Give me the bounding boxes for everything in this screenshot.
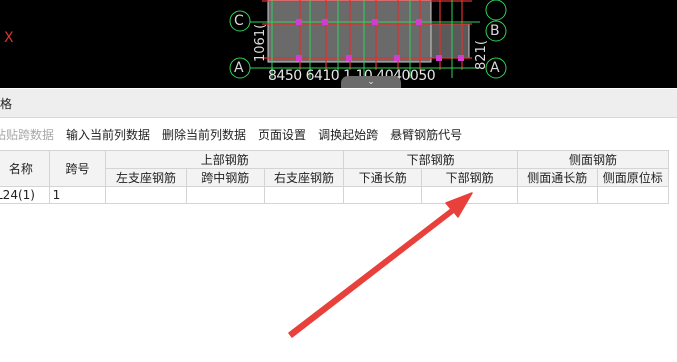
header-left-support: 左支座钢筋 (105, 168, 187, 187)
vertical-dimension-left: 1061( (253, 23, 268, 62)
cell-right-support[interactable] (263, 186, 345, 204)
panel-title: 格 (0, 89, 677, 118)
header-side-original: 侧面原位标 (596, 168, 670, 187)
cell-side-through[interactable] (517, 186, 598, 204)
cell-left-support[interactable] (105, 186, 187, 204)
cantilever-rebar-code-button[interactable]: 悬臂钢筋代号 (390, 126, 462, 143)
header-mid-span: 跨中钢筋 (185, 168, 265, 187)
axis-label-b-right: B (490, 23, 500, 39)
cad-x-mark: X (4, 30, 14, 46)
cad-viewport[interactable]: X C A B A 1061( 821( 8450 6410 1 10 4040… (0, 0, 677, 88)
header-side-through: 侧面通长筋 (517, 168, 598, 187)
header-side-rebar: 侧面钢筋 (517, 150, 669, 169)
cell-bottom-through[interactable] (343, 186, 423, 204)
header-bottom-rebar-sub: 下部钢筋 (421, 168, 519, 187)
paste-span-data-button[interactable]: 粘贴跨数据 (0, 126, 54, 143)
axis-label-a-right: A (490, 60, 500, 76)
cell-name[interactable]: L24(1) (0, 186, 50, 204)
delete-current-column-button[interactable]: 删除当前列数据 (162, 126, 246, 143)
rebar-grid: 名称 跨号 上部钢筋 下部钢筋 侧面钢筋 左支座钢筋 跨中钢筋 右支座钢筋 下通… (0, 150, 670, 204)
axis-label-c-left: C (234, 13, 244, 29)
axis-label-a-left: A (234, 60, 244, 76)
collapse-panel-button[interactable]: ⌄ (341, 76, 401, 88)
cell-side-original[interactable] (596, 186, 670, 204)
page-setup-button[interactable]: 页面设置 (258, 126, 306, 143)
vertical-dimension-right: 821( (474, 40, 489, 70)
header-span-no: 跨号 (48, 150, 107, 187)
header-top-rebar: 上部钢筋 (105, 150, 345, 169)
cell-bottom-rebar[interactable] (421, 186, 519, 204)
table-row[interactable]: L24(1) 1 (0, 186, 670, 204)
header-bottom-rebar: 下部钢筋 (343, 150, 519, 169)
header-right-support: 右支座钢筋 (263, 168, 345, 187)
header-bottom-through: 下通长筋 (343, 168, 423, 187)
cell-span-no[interactable]: 1 (48, 186, 107, 204)
header-name: 名称 (0, 150, 50, 187)
toolbar: 粘贴跨数据 输入当前列数据 删除当前列数据 页面设置 调换起始跨 悬臂钢筋代号 (0, 118, 677, 150)
swap-start-span-button[interactable]: 调换起始跨 (318, 126, 378, 143)
chevron-down-icon: ⌄ (367, 77, 375, 87)
input-current-column-button[interactable]: 输入当前列数据 (66, 126, 150, 143)
cell-mid-span[interactable] (185, 186, 265, 204)
